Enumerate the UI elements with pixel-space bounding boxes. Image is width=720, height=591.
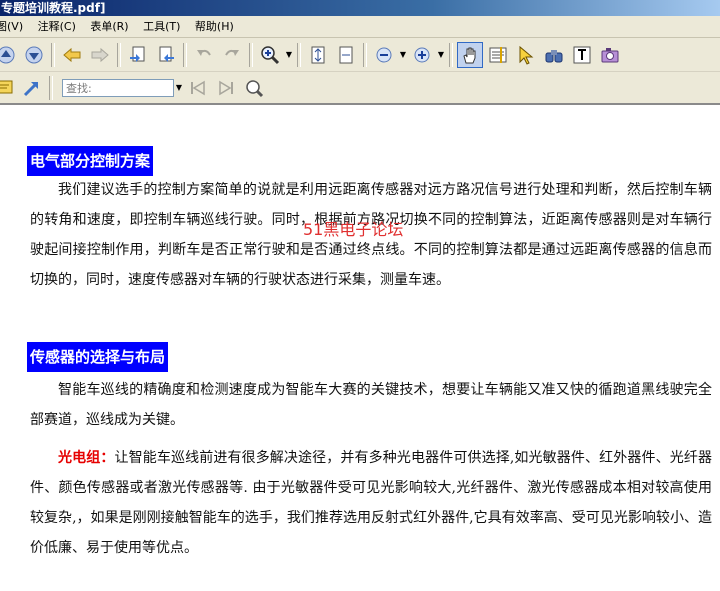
- fit-page-button[interactable]: [306, 43, 330, 67]
- menu-comments[interactable]: 注释(C): [34, 16, 83, 38]
- fit-width-button[interactable]: [334, 43, 358, 67]
- camera-icon: [601, 47, 619, 62]
- hand-tool-button[interactable]: [457, 41, 483, 68]
- select-tool-button[interactable]: [514, 43, 538, 67]
- paragraph-text: 智能车巡线的精确度和检测速度成为智能车大赛的关键技术，想要让车辆能又准又快的循跑…: [30, 382, 712, 428]
- arrow-up-circle-icon: [0, 46, 15, 63]
- typewriter-tool-button[interactable]: [570, 43, 594, 67]
- toolbar-separator: [117, 42, 121, 67]
- zoom-out-dropdown-icon[interactable]: ▼: [398, 50, 408, 59]
- link-button[interactable]: [20, 76, 44, 100]
- fit-width-icon: [339, 46, 353, 63]
- arrow-left-icon: [63, 47, 81, 62]
- insert-pages-button[interactable]: [154, 43, 178, 67]
- note-icon: [0, 80, 13, 93]
- find-next-icon: [219, 80, 233, 95]
- redo-button[interactable]: [220, 43, 244, 67]
- back-button[interactable]: [60, 43, 84, 67]
- zoom-tool-dropdown-icon[interactable]: ▼: [284, 50, 294, 59]
- hand-icon: [463, 47, 476, 63]
- toolbar-separator: [183, 42, 187, 67]
- toolbar-separator: [249, 42, 253, 67]
- page-insert-icon: [159, 46, 174, 62]
- document-page: 电气部分控制方案 我们建议选手的控制方案简单的说就是利用远距离传感器对远方路况信…: [0, 107, 720, 591]
- secondary-toolbar: 查找: ▼: [0, 72, 720, 105]
- section-heading: 传感器的选择与布局: [27, 342, 169, 372]
- zoom-in-button[interactable]: [410, 43, 434, 67]
- section-paragraph: 光电组：让智能车巡线前进有很多解决途径，并有多种光电器件可供选择,如光敏器件、红…: [30, 443, 712, 563]
- find-next-button[interactable]: [214, 76, 238, 100]
- text-box-icon: [573, 46, 591, 63]
- paragraph-text: 光电组：让智能车巡线前进有很多解决途径，并有多种光电器件可供选择,如光敏器件、红…: [30, 443, 712, 563]
- search-dropdown-icon[interactable]: ▼: [174, 83, 184, 92]
- text-select-icon: [489, 46, 507, 63]
- toolbar-separator: [449, 42, 453, 67]
- search-input[interactable]: 查找:: [62, 78, 174, 97]
- find-tool-button[interactable]: [542, 43, 566, 67]
- menu-tools[interactable]: 工具(T): [139, 16, 187, 38]
- arrow-diagonal-icon: [23, 81, 39, 96]
- window-title-bar: 专题培训教程.pdf]: [0, 0, 720, 16]
- toolbar-separator: [51, 42, 55, 67]
- comment-button[interactable]: [0, 76, 16, 100]
- prev-page-button[interactable]: [0, 43, 18, 67]
- fit-page-icon: [311, 46, 325, 63]
- menu-forms[interactable]: 表单(R): [86, 16, 135, 38]
- binoculars-icon: [545, 49, 563, 62]
- arrow-right-icon: [91, 47, 109, 62]
- select-text-button[interactable]: [486, 43, 510, 67]
- zoom-out-icon: [376, 47, 392, 62]
- forward-button[interactable]: [88, 43, 112, 67]
- snapshot-tool-button[interactable]: [598, 43, 622, 67]
- page-extract-icon: [130, 46, 145, 62]
- undo-button[interactable]: [192, 43, 216, 67]
- main-toolbar: ▼ ▼ ▼: [0, 38, 720, 72]
- redo-icon: [225, 49, 239, 56]
- zoom-in-dropdown-icon[interactable]: ▼: [436, 50, 446, 59]
- find-previous-icon: [191, 80, 205, 95]
- find-previous-button[interactable]: [186, 76, 210, 100]
- toolbar-separator: [363, 42, 367, 67]
- magnifier-plus-icon: [261, 45, 280, 64]
- zoom-in-icon: [414, 47, 430, 62]
- zoom-out-button[interactable]: [372, 43, 396, 67]
- search-options-button[interactable]: [242, 76, 266, 100]
- zoom-in-tool-button[interactable]: [258, 43, 282, 67]
- lead-body: 让智能车巡线前进有很多解决途径，并有多种光电器件可供选择,如光敏器件、红外器件、…: [30, 450, 712, 556]
- search-options-icon: [246, 79, 264, 97]
- toolbar-separator: [297, 42, 301, 67]
- section-heading: 电气部分控制方案: [27, 146, 154, 176]
- menu-help[interactable]: 帮助(H): [191, 16, 241, 38]
- window-title: 专题培训教程.pdf]: [1, 1, 106, 15]
- section-paragraph: 智能车巡线的精确度和检测速度成为智能车大赛的关键技术，想要让车辆能又准又快的循跑…: [30, 375, 712, 435]
- toolbar-separator: [49, 75, 53, 100]
- next-page-button[interactable]: [22, 43, 46, 67]
- menu-bar: 图(V) 注释(C) 表单(R) 工具(T) 帮助(H): [0, 16, 720, 38]
- cursor-icon: [519, 45, 534, 65]
- arrow-down-circle-icon: [25, 46, 43, 63]
- watermark-text: 51黑电子论坛: [303, 220, 404, 239]
- menu-view[interactable]: 图(V): [0, 16, 30, 38]
- lead-label: 光电组：: [58, 450, 115, 466]
- extract-pages-button[interactable]: [126, 43, 150, 67]
- undo-icon: [197, 49, 211, 56]
